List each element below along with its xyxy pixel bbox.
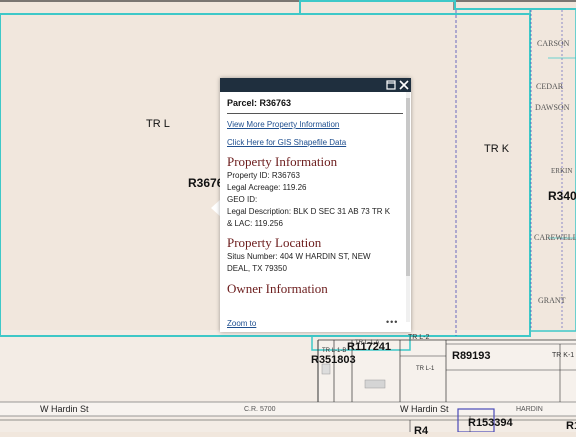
tract-label: TR L-2	[408, 334, 430, 341]
property-id: Property ID: R36763	[227, 171, 300, 180]
parcel-label: R1	[566, 420, 576, 432]
street-label: GRANT	[538, 296, 566, 305]
legal-acreage: Legal Acreage: 119.26	[227, 183, 307, 192]
tract-label: TR K	[484, 143, 510, 155]
divider	[227, 113, 403, 114]
street-label: ERKIN	[551, 167, 573, 175]
view-property-info-link[interactable]: View More Property Information	[227, 120, 403, 129]
parcel-label: R3676	[188, 176, 224, 190]
more-options-icon[interactable]: •••	[386, 317, 398, 327]
parcel-label: R4	[414, 425, 429, 437]
street-label: C.R. 5700	[244, 406, 276, 413]
street-label: HARDIN	[516, 406, 543, 413]
street-label: W Hardin St	[40, 404, 89, 414]
geo-id: GEO ID:	[227, 195, 258, 204]
legal-description: Legal Description: BLK D SEC 31 AB 73 TR…	[227, 207, 391, 216]
situs-number: Situs Number: 404 W HARDIN ST, NEW	[227, 252, 371, 261]
property-location-heading: Property Location	[227, 235, 322, 250]
parcel-label: R351803	[311, 354, 356, 366]
tract-label: TR L	[146, 118, 170, 130]
popup-scrollbar[interactable]	[406, 98, 410, 276]
parcel-label: R153394	[468, 417, 513, 429]
situs-number-cont: DEAL, TX 79350	[227, 264, 287, 273]
gis-shapefile-link[interactable]: Click Here for GIS Shapefile Data	[227, 138, 403, 147]
parcel-label: R117241	[347, 341, 392, 353]
zoom-to-link[interactable]: Zoom to	[227, 319, 256, 328]
maximize-icon[interactable]	[385, 79, 397, 91]
parcel-label: R89193	[452, 350, 491, 362]
popup-content: Parcel: R36763 View More Property Inform…	[227, 98, 403, 312]
street-label: CEDAR	[536, 82, 564, 91]
close-icon[interactable]	[398, 79, 410, 91]
street-label: CARSON	[537, 39, 570, 48]
tract-label: TR K-1	[552, 352, 575, 359]
parcel-popup: Parcel: R36763 View More Property Inform…	[220, 78, 411, 332]
street-label: CAREWELL	[534, 233, 576, 242]
legal-description-cont: & LAC: 119.256	[227, 219, 283, 228]
popup-header	[220, 78, 411, 92]
street-label: DAWSON	[535, 103, 570, 112]
property-information-heading: Property Information	[227, 154, 338, 169]
popup-title: Parcel: R36763	[227, 98, 292, 108]
tract-label: TR L-1	[416, 366, 435, 372]
parcel-label: R340	[548, 189, 576, 203]
street-label: W Hardin St	[400, 404, 449, 414]
owner-information-heading: Owner Information	[227, 281, 328, 296]
